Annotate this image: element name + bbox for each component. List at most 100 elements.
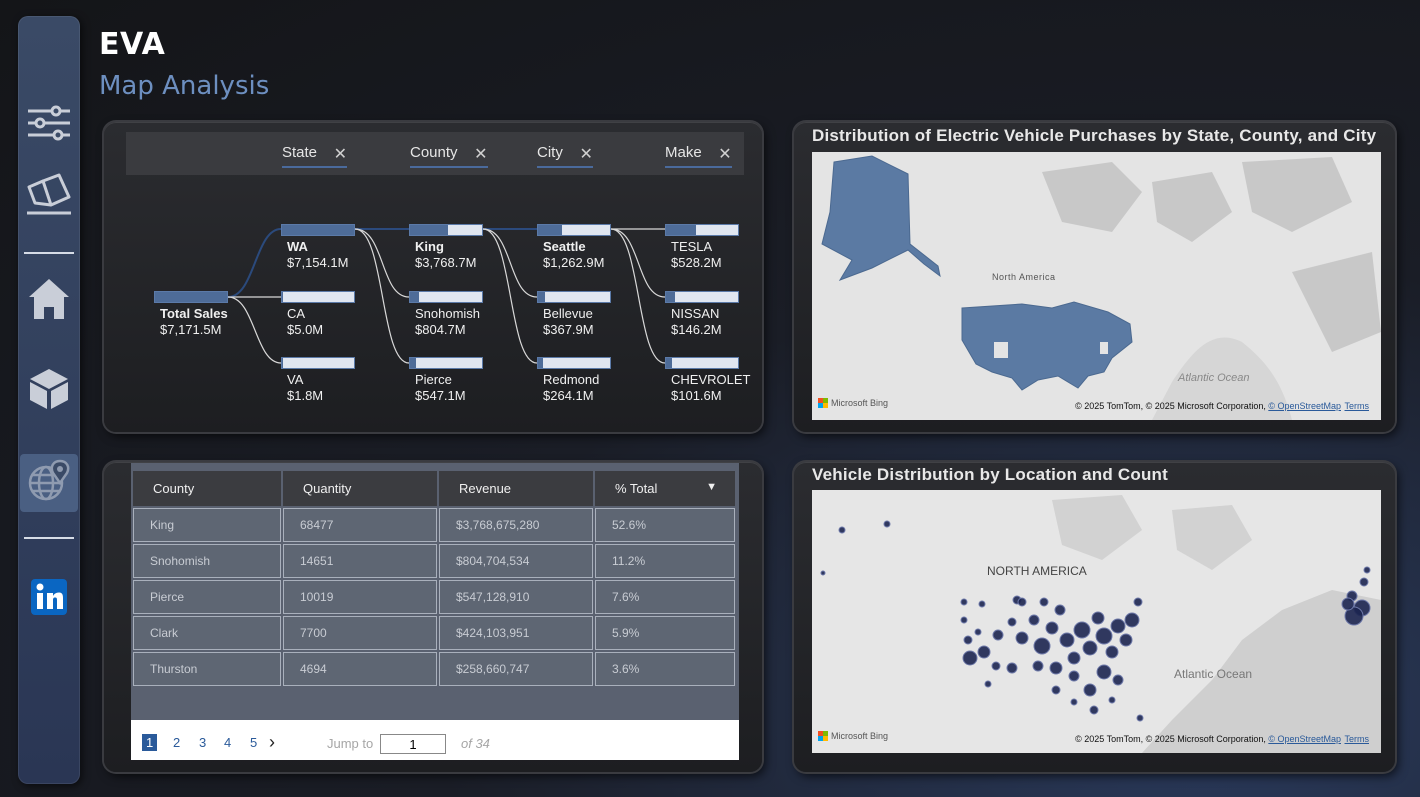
cell-revenue: $547,128,910 [439,580,593,614]
cube-icon [28,367,70,415]
page-link-5[interactable]: 5 [250,735,257,750]
table-pagination: 1 2 3 4 5 › Jump to of 34 [131,720,739,760]
filter-sliders-icon [26,105,72,145]
tree-node-wa[interactable]: WA $7,154.1M [287,239,348,271]
jump-to-page-input[interactable] [380,734,446,754]
tree-node-bar[interactable] [154,291,228,303]
tree-node-bellevue[interactable]: Bellevue $367.9M [543,306,594,338]
cell-percent: 52.6% [595,508,735,542]
close-icon[interactable]: ✕ [718,144,731,164]
tree-node-bar[interactable] [665,357,739,369]
sort-descending-icon[interactable]: ▼ [706,481,717,493]
tree-node-root[interactable]: Total Sales $7,171.5M [160,306,228,338]
tree-node-redmond[interactable]: Redmond $264.1M [543,372,599,404]
ocean-label: Atlantic Ocean [1174,667,1253,681]
chip-make[interactable]: Make ✕ [665,144,732,168]
cell-county: Pierce [133,580,281,614]
filled-map[interactable]: North America Atlantic Ocean Microsoft B… [812,152,1381,420]
openstreetmap-link[interactable]: © OpenStreetMap [1268,734,1341,744]
page-link-3[interactable]: 3 [199,735,206,750]
page-subtitle: Map Analysis [99,71,270,101]
continent-label: NORTH AMERICA [987,564,1087,578]
terms-link[interactable]: Terms [1345,401,1370,411]
tree-node-bar[interactable] [409,357,483,369]
page-count-label: of 34 [461,736,490,751]
tree-node-ca[interactable]: CA $5.0M [287,306,323,338]
column-header-revenue[interactable]: Revenue [439,471,593,506]
cell-county: King [133,508,281,542]
linkedin-button[interactable] [20,570,78,628]
cell-quantity: 4694 [283,652,437,686]
cell-quantity: 10019 [283,580,437,614]
bing-logo: Microsoft Bing [818,398,888,408]
page-link-1[interactable]: 1 [142,734,158,751]
openstreetmap-link[interactable]: © OpenStreetMap [1268,401,1341,411]
map-background [812,152,1381,420]
cell-quantity: 68477 [283,508,437,542]
cell-percent: 11.2% [595,544,735,578]
cell-county: Thurston [133,652,281,686]
column-header-quantity[interactable]: Quantity [283,471,437,506]
tree-node-bar[interactable] [281,224,355,236]
tree-node-va[interactable]: VA $1.8M [287,372,323,404]
next-page-icon[interactable]: › [269,732,275,753]
tree-node-bar[interactable] [665,291,739,303]
tree-node-bar[interactable] [409,224,483,236]
tree-node-seattle[interactable]: Seattle $1,262.9M [543,239,604,271]
linkedin-icon [31,579,67,619]
tree-node-bar[interactable] [665,224,739,236]
cell-revenue: $804,704,534 [439,544,593,578]
cell-quantity: 7700 [283,616,437,650]
table-row[interactable]: Snohomish 14651 $804,704,534 11.2% [133,544,735,578]
table-row[interactable]: Thurston 4694 $258,660,747 3.6% [133,652,735,686]
sidebar-nav [18,16,80,784]
cell-percent: 3.6% [595,652,735,686]
tree-node-tesla[interactable]: TESLA $528.2M [671,239,722,271]
tree-node-snohomish[interactable]: Snohomish $804.7M [415,306,480,338]
home-button[interactable] [20,272,78,330]
chip-state[interactable]: State ✕ [282,144,348,168]
sidebar-divider [24,537,74,539]
filter-button[interactable] [20,96,78,154]
tree-node-king[interactable]: King $3,768.7M [415,239,476,271]
close-icon[interactable]: ✕ [334,144,347,164]
bing-logo: Microsoft Bing [818,731,888,741]
ocean-label: Atlantic Ocean [1178,372,1250,384]
jump-to-label: Jump to [327,736,374,751]
cell-percent: 5.9% [595,616,735,650]
tree-node-nissan[interactable]: NISSAN $146.2M [671,306,722,338]
tree-node-chevrolet[interactable]: CHEVROLET $101.6M [671,372,750,404]
home-icon [27,277,71,325]
drill-path-bar: State ✕ County ✕ City ✕ Make ✕ [126,132,744,175]
chip-city[interactable]: City ✕ [537,144,593,168]
tree-node-bar[interactable] [281,291,355,303]
tree-node-bar[interactable] [537,224,611,236]
close-icon[interactable]: ✕ [474,144,487,164]
cell-percent: 7.6% [595,580,735,614]
tree-node-bar[interactable] [537,357,611,369]
column-header-percent-total[interactable]: % Total ▼ [595,471,735,506]
model-button[interactable] [20,362,78,420]
cell-county: Clark [133,616,281,650]
page-link-4[interactable]: 4 [224,735,231,750]
clear-filters-button[interactable] [20,168,78,226]
map-analysis-button[interactable] [20,454,78,512]
map-copyright: © 2025 TomTom, © 2025 Microsoft Corporat… [1075,734,1341,744]
chip-county[interactable]: County ✕ [410,144,488,168]
column-header-county[interactable]: County [133,471,281,506]
tree-node-bar[interactable] [409,291,483,303]
cell-quantity: 14651 [283,544,437,578]
table-row[interactable]: Pierce 10019 $547,128,910 7.6% [133,580,735,614]
table-row[interactable]: Clark 7700 $424,103,951 5.9% [133,616,735,650]
county-table-container: County Quantity Revenue % Total ▼ King 68… [131,463,739,720]
close-icon[interactable]: ✕ [579,144,592,164]
cell-revenue: $3,768,675,280 [439,508,593,542]
tree-node-pierce[interactable]: Pierce $547.1M [415,372,466,404]
cell-revenue: $258,660,747 [439,652,593,686]
tree-node-bar[interactable] [537,291,611,303]
terms-link[interactable]: Terms [1345,734,1370,744]
table-row[interactable]: King 68477 $3,768,675,280 52.6% [133,508,735,542]
bubble-map[interactable]: NORTH AMERICA Atlantic Ocean Microsoft B… [812,490,1381,753]
page-link-2[interactable]: 2 [173,735,180,750]
tree-node-bar[interactable] [281,357,355,369]
